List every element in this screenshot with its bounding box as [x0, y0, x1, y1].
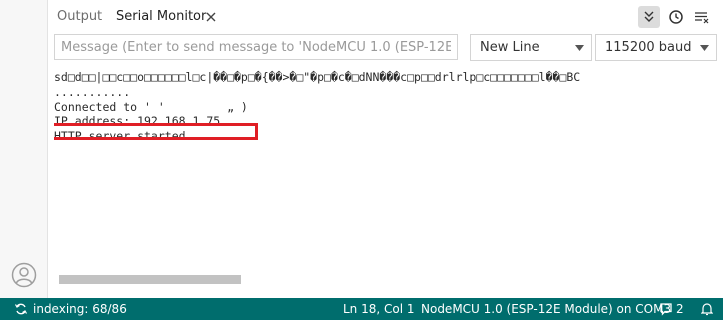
double-chevron-down-icon [644, 11, 654, 22]
status-board[interactable]: NodeMCU 1.0 (ESP-12E Module) on COM3 [421, 298, 671, 320]
status-cursor-position[interactable]: Ln 18, Col 1 [343, 298, 415, 320]
status-bar: indexing: 68/86 Ln 18, Col 1 NodeMCU 1.0… [0, 298, 723, 320]
close-icon[interactable] [204, 10, 218, 24]
output-line: ........... [54, 84, 131, 99]
tab-output-label: Output [57, 9, 103, 24]
autoscroll-button[interactable] [638, 6, 660, 28]
tab-serial-monitor[interactable]: Serial Monitor [116, 0, 206, 33]
activity-bar [0, 0, 48, 298]
serial-monitor-panel: Output Serial Monitor Message (Enter to … [48, 0, 723, 298]
clear-output-button[interactable] [691, 6, 713, 28]
serial-output[interactable]: sd□d□□|□□c□□o□□□□□□l□c|��□�p□�{��>�□"�p□… [54, 70, 721, 270]
clear-list-icon [695, 12, 709, 24]
notification-count: 2 [676, 302, 684, 316]
highlight-annotation [54, 123, 258, 140]
notification-icon[interactable] [659, 302, 673, 316]
message-input[interactable] [54, 34, 458, 60]
clock-icon [669, 10, 683, 24]
line-ending-select[interactable]: New Line [470, 34, 592, 61]
line-ending-value: New Line [480, 40, 540, 55]
baud-rate-value: 115200 baud [605, 40, 692, 55]
account-icon[interactable] [11, 262, 37, 288]
horizontal-scrollbar[interactable] [59, 275, 241, 284]
bell-icon[interactable] [701, 302, 713, 316]
sync-icon[interactable] [14, 302, 28, 316]
chevron-down-icon [575, 45, 584, 51]
baud-rate-select[interactable]: 115200 baud [595, 34, 717, 61]
timestamp-button[interactable] [665, 6, 687, 28]
chevron-down-icon [700, 45, 709, 51]
output-line: Connected to ' ' „ ) [54, 99, 248, 114]
tab-bar: Output Serial Monitor [48, 0, 723, 33]
tab-serial-monitor-label: Serial Monitor [116, 9, 207, 24]
status-indexing[interactable]: indexing: 68/86 [33, 298, 127, 320]
output-line: sd□d□□|□□c□□o□□□□□□l□c|��□�p□�{��>�□"�p□… [54, 70, 581, 84]
tab-output[interactable]: Output [57, 0, 102, 33]
serial-toolbar: New Line 115200 baud [48, 33, 723, 63]
